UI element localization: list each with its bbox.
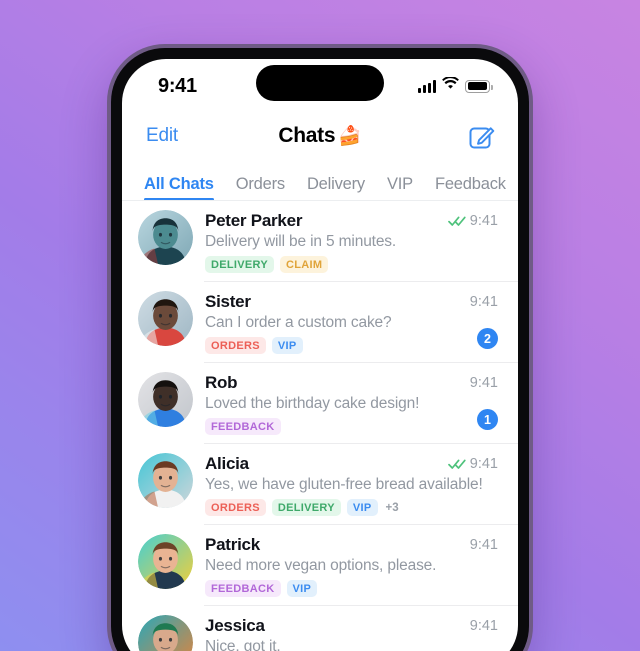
chat-item-header: Rob [205,373,498,393]
chat-tag: ORDERS [205,499,266,516]
chat-timestamp: 9:41 [469,537,498,553]
chat-list-item[interactable]: Peter Parker Delivery will be in 5 minut… [122,201,518,282]
chat-name: Jessica [205,616,265,635]
chat-tags-overflow[interactable]: +3 [384,499,401,516]
avatar[interactable] [138,615,193,651]
chat-tag: FEEDBACK [205,418,281,435]
chat-item-meta: 9:41 [470,537,498,553]
read-receipt-icon [447,216,466,226]
compose-button[interactable] [468,122,496,150]
avatar[interactable] [138,534,193,589]
chat-timestamp: 9:41 [469,456,498,472]
chat-preview: Yes, we have gluten-free bread available… [205,476,483,493]
chat-list-item[interactable]: Patrick Need more vegan options, please.… [122,525,518,606]
page-title-text: Chats [278,124,336,147]
avatar[interactable] [138,453,193,508]
chat-tag: VIP [271,337,303,354]
chat-preview: Can I order a custom cake? [205,314,392,331]
chat-tag: ORDERS [205,337,266,354]
chat-tag-row: FEEDBACK [205,418,498,435]
chat-item-body: Rob Loved the birthday cake design! FEED… [205,372,498,435]
chat-timestamp: 9:41 [469,294,498,310]
read-receipt-icon [447,459,466,469]
wifi-icon [442,76,459,95]
chat-list-item[interactable]: Sister Can I order a custom cake? ORDERS… [122,282,518,363]
chat-tag: FEEDBACK [205,580,281,597]
dynamic-island [256,65,384,101]
chat-list-item[interactable]: Alicia Yes, we have gluten-free bread av… [122,444,518,525]
tab-all-chats[interactable]: All Chats [144,175,214,201]
chat-preview: Delivery will be in 5 minutes. [205,233,397,250]
chat-item-header: Jessica [205,616,498,636]
tab-bar: All Chats Orders Delivery VIP Feedback E [122,161,518,201]
chat-tag: CLAIM [280,256,329,273]
chat-item-body: Patrick Need more vegan options, please.… [205,534,498,597]
chat-tag: DELIVERY [271,499,341,516]
battery-full-icon [465,79,493,93]
chat-tag-row: DELIVERY CLAIM [205,256,498,273]
chat-name: Patrick [205,535,260,554]
chat-name: Sister [205,292,251,311]
chat-tag: VIP [346,499,378,516]
edit-button[interactable]: Edit [146,125,178,147]
compose-square-pencil-icon [469,127,495,149]
chat-tag-row: ORDERS VIP [205,337,498,354]
chat-name: Peter Parker [205,211,303,230]
status-bar-time: 9:41 [158,75,197,97]
cake-emoji-icon: 🍰 [338,126,362,147]
chat-item-header: Sister [205,292,498,312]
chat-tag-row: ORDERS DELIVERY VIP +3 [205,499,498,516]
phone-device: 9:41 Edit Chats 🍰 All Chats Orders Deliv… [107,44,533,651]
tab-feedback[interactable]: Feedback [435,175,506,201]
chat-tag: DELIVERY [205,256,275,273]
chat-item-meta: 9:41 [470,618,498,634]
chat-item-body: Jessica Nice, got it. [205,615,498,651]
unread-badge: 2 [477,328,498,349]
chat-item-header: Patrick [205,535,498,555]
chat-preview: Need more vegan options, please. [205,557,437,574]
chat-item-meta: 9:41 [470,375,498,391]
page-title: Chats 🍰 [122,124,518,148]
unread-badge: 1 [477,409,498,430]
chat-timestamp: 9:41 [469,213,498,229]
chat-list-item[interactable]: Jessica Nice, got it. 9:41 [122,606,518,651]
phone-bezel: 9:41 Edit Chats 🍰 All Chats Orders Deliv… [111,48,529,651]
nav-bar: Edit Chats 🍰 [122,111,518,161]
chat-timestamp: 9:41 [469,618,498,634]
chat-name: Rob [205,373,238,392]
tab-vip[interactable]: VIP [387,175,413,201]
avatar[interactable] [138,372,193,427]
cellular-bars-icon [418,79,436,93]
chat-preview: Loved the birthday cake design! [205,395,420,412]
avatar[interactable] [138,291,193,346]
chat-item-meta: 9:41 [447,456,498,472]
status-bar-indicators [418,76,493,95]
chat-item-meta: 9:41 [470,294,498,310]
tab-orders[interactable]: Orders [236,175,285,201]
chat-item-body: Sister Can I order a custom cake? ORDERS… [205,291,498,354]
chat-list-item[interactable]: Rob Loved the birthday cake design! FEED… [122,363,518,444]
chat-timestamp: 9:41 [469,375,498,391]
chat-tag-row: FEEDBACK VIP [205,580,498,597]
chat-tag: VIP [286,580,318,597]
chat-name: Alicia [205,454,249,473]
chat-preview: Nice, got it. [205,638,281,651]
chat-list: Peter Parker Delivery will be in 5 minut… [122,201,518,651]
avatar[interactable] [138,210,193,265]
phone-screen: 9:41 Edit Chats 🍰 All Chats Orders Deliv… [122,59,518,651]
status-bar: 9:41 [122,59,518,111]
tab-delivery[interactable]: Delivery [307,175,365,201]
chat-item-meta: 9:41 [447,213,498,229]
